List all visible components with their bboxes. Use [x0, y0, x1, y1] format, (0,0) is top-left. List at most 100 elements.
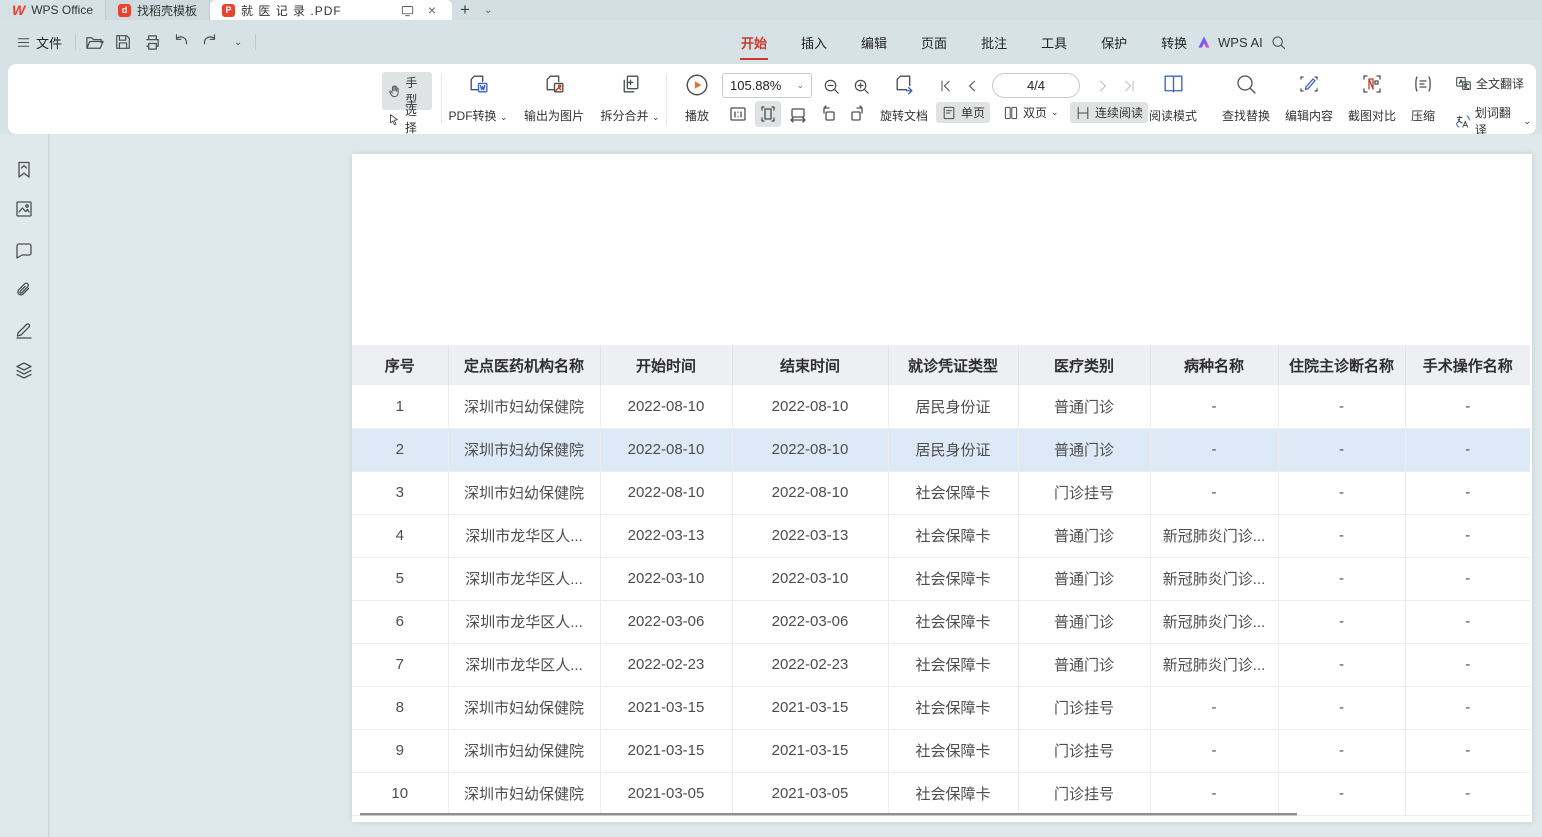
table-row[interactable]: 2深圳市妇幼保健院2022-08-102022-08-10居民身份证普通门诊--…: [352, 428, 1530, 471]
document-canvas[interactable]: 序号定点医药机构名称开始时间结束时间就诊凭证类型医疗类别病种名称住院主诊断名称手…: [50, 134, 1542, 837]
save-icon[interactable]: [112, 31, 134, 53]
table-cell: 普通门诊: [1018, 428, 1150, 471]
screenshot-compare-label: 截图对比: [1348, 107, 1396, 124]
new-tab-button[interactable]: +: [452, 0, 478, 20]
comments-panel-icon[interactable]: [12, 239, 36, 263]
table-cell: -: [1405, 471, 1530, 514]
wps-ai-button[interactable]: WPS AI: [1196, 20, 1263, 64]
find-replace-button[interactable]: 查找替换: [1215, 70, 1277, 128]
table-row[interactable]: 10深圳市妇幼保健院2021-03-052021-03-05社会保障卡门诊挂号-…: [352, 772, 1530, 815]
layers-panel-icon[interactable]: [12, 358, 36, 382]
zoom-in-button[interactable]: [848, 73, 874, 99]
actual-size-button[interactable]: [725, 101, 751, 127]
table-cell: 2022-08-10: [600, 385, 732, 428]
table-header-cell: 手术操作名称: [1405, 345, 1530, 385]
menu-item-1[interactable]: 插入: [800, 29, 828, 56]
table-cell: 8: [352, 686, 448, 729]
table-cell: 2021-03-05: [732, 772, 888, 815]
undo-icon[interactable]: [170, 31, 192, 53]
menu-item-0[interactable]: 开始: [740, 29, 768, 56]
rotate-document-button[interactable]: 旋转文档: [873, 70, 935, 128]
split-merge-button[interactable]: 拆分合并 ⌄: [592, 70, 668, 128]
table-header-cell: 开始时间: [600, 345, 732, 385]
page-number-input[interactable]: [992, 73, 1080, 98]
menu-item-4[interactable]: 批注: [980, 29, 1008, 56]
edit-content-button[interactable]: 编辑内容: [1278, 70, 1340, 128]
menu-item-7[interactable]: 转换: [1160, 29, 1188, 56]
compress-label: 压缩: [1411, 107, 1435, 124]
print-icon[interactable]: [141, 31, 163, 53]
horizontal-scrollbar[interactable]: [360, 813, 1297, 816]
table-cell: 门诊挂号: [1018, 772, 1150, 815]
find-replace-icon: [1234, 72, 1258, 96]
table-cell: 门诊挂号: [1018, 686, 1150, 729]
tab-document[interactable]: P 就 医 记 录 .PDF ×: [210, 0, 452, 20]
continuous-read-button[interactable]: 连续阅读: [1070, 102, 1148, 123]
last-page-button[interactable]: [1116, 73, 1142, 99]
previous-page-button[interactable]: [959, 73, 985, 99]
table-cell: 社会保障卡: [888, 600, 1018, 643]
table-row[interactable]: 9深圳市妇幼保健院2021-03-152021-03-15社会保障卡门诊挂号--…: [352, 729, 1530, 772]
table-cell: 6: [352, 600, 448, 643]
pdf-convert-button[interactable]: PDF转换 ⌄: [440, 70, 516, 128]
next-page-button[interactable]: [1090, 73, 1116, 99]
table-cell: 社会保障卡: [888, 471, 1018, 514]
table-row[interactable]: 5深圳市龙华区人...2022-03-102022-03-10社会保障卡普通门诊…: [352, 557, 1530, 600]
table-cell: 社会保障卡: [888, 686, 1018, 729]
table-row[interactable]: 6深圳市龙华区人...2022-03-062022-03-06社会保障卡普通门诊…: [352, 600, 1530, 643]
ribbon-search-icon[interactable]: [1270, 20, 1287, 64]
pdf-convert-label: PDF转换 ⌄: [449, 107, 508, 124]
split-merge-icon: [618, 72, 643, 97]
redo-icon[interactable]: [199, 31, 221, 53]
full-text-translate-button[interactable]: 全文翻译: [1450, 73, 1529, 94]
thumbnail-panel-icon[interactable]: [12, 197, 36, 221]
table-row[interactable]: 3深圳市妇幼保健院2022-08-102022-08-10社会保障卡门诊挂号--…: [352, 471, 1530, 514]
table-cell: 2022-08-10: [600, 471, 732, 514]
table-cell: -: [1150, 428, 1278, 471]
menu-item-5[interactable]: 工具: [1040, 29, 1068, 56]
table-cell: 2022-03-10: [732, 557, 888, 600]
bookmark-icon[interactable]: [12, 158, 36, 182]
zoom-level-select[interactable]: 105.88% ⌄: [722, 73, 812, 98]
tab-list-chevron-icon[interactable]: ⌄: [478, 0, 498, 20]
table-cell: 新冠肺炎门诊...: [1150, 600, 1278, 643]
play-button[interactable]: 播放: [668, 70, 726, 128]
tab-docer-templates[interactable]: d 找稻壳模板: [106, 0, 210, 20]
menu-item-6[interactable]: 保护: [1100, 29, 1128, 56]
table-cell: 2022-03-13: [732, 514, 888, 557]
menu-item-2[interactable]: 编辑: [860, 29, 888, 56]
table-cell: 深圳市妇幼保健院: [448, 471, 600, 514]
table-row[interactable]: 7深圳市龙华区人...2022-02-232022-02-23社会保障卡普通门诊…: [352, 643, 1530, 686]
table-cell: -: [1278, 385, 1405, 428]
close-tab-icon[interactable]: ×: [424, 2, 440, 18]
table-cell: 3: [352, 471, 448, 514]
export-as-image-button[interactable]: 输出为图片: [516, 70, 592, 128]
zoom-out-button[interactable]: [818, 73, 844, 99]
screenshot-compare-button[interactable]: 截图对比: [1341, 70, 1403, 128]
open-file-icon[interactable]: [83, 31, 105, 53]
fit-width-button[interactable]: [785, 101, 811, 127]
table-row[interactable]: 1深圳市妇幼保健院2022-08-102022-08-10居民身份证普通门诊--…: [352, 385, 1530, 428]
enter-fullscreen-icon[interactable]: [397, 4, 418, 17]
select-tool-button[interactable]: 选择: [382, 100, 432, 138]
menu-item-3[interactable]: 页面: [920, 29, 948, 56]
table-row[interactable]: 8深圳市妇幼保健院2021-03-152021-03-15社会保障卡门诊挂号--…: [352, 686, 1530, 729]
table-row[interactable]: 4深圳市龙华区人...2022-03-132022-03-13社会保障卡普通门诊…: [352, 514, 1530, 557]
fit-page-button[interactable]: [755, 101, 781, 127]
file-menu-button[interactable]: 文件: [10, 30, 68, 55]
rotate-right-button[interactable]: [845, 101, 871, 127]
table-header-cell: 结束时间: [732, 345, 888, 385]
quickbar-chevron-icon[interactable]: ⌄: [228, 37, 248, 48]
table-cell: -: [1278, 428, 1405, 471]
rotate-left-button[interactable]: [815, 101, 841, 127]
read-mode-button[interactable]: 阅读模式: [1142, 70, 1204, 128]
double-page-button[interactable]: 双页 ⌄: [998, 102, 1064, 123]
single-page-button[interactable]: 单页: [936, 102, 990, 123]
play-icon: [684, 72, 710, 98]
tab-wps-office[interactable]: W WPS Office: [0, 0, 106, 20]
attachments-panel-icon[interactable]: [12, 278, 36, 302]
play-label: 播放: [685, 107, 709, 124]
signature-pen-icon[interactable]: [12, 318, 36, 342]
first-page-button[interactable]: [933, 73, 959, 99]
compress-button[interactable]: 压缩: [1401, 70, 1445, 128]
